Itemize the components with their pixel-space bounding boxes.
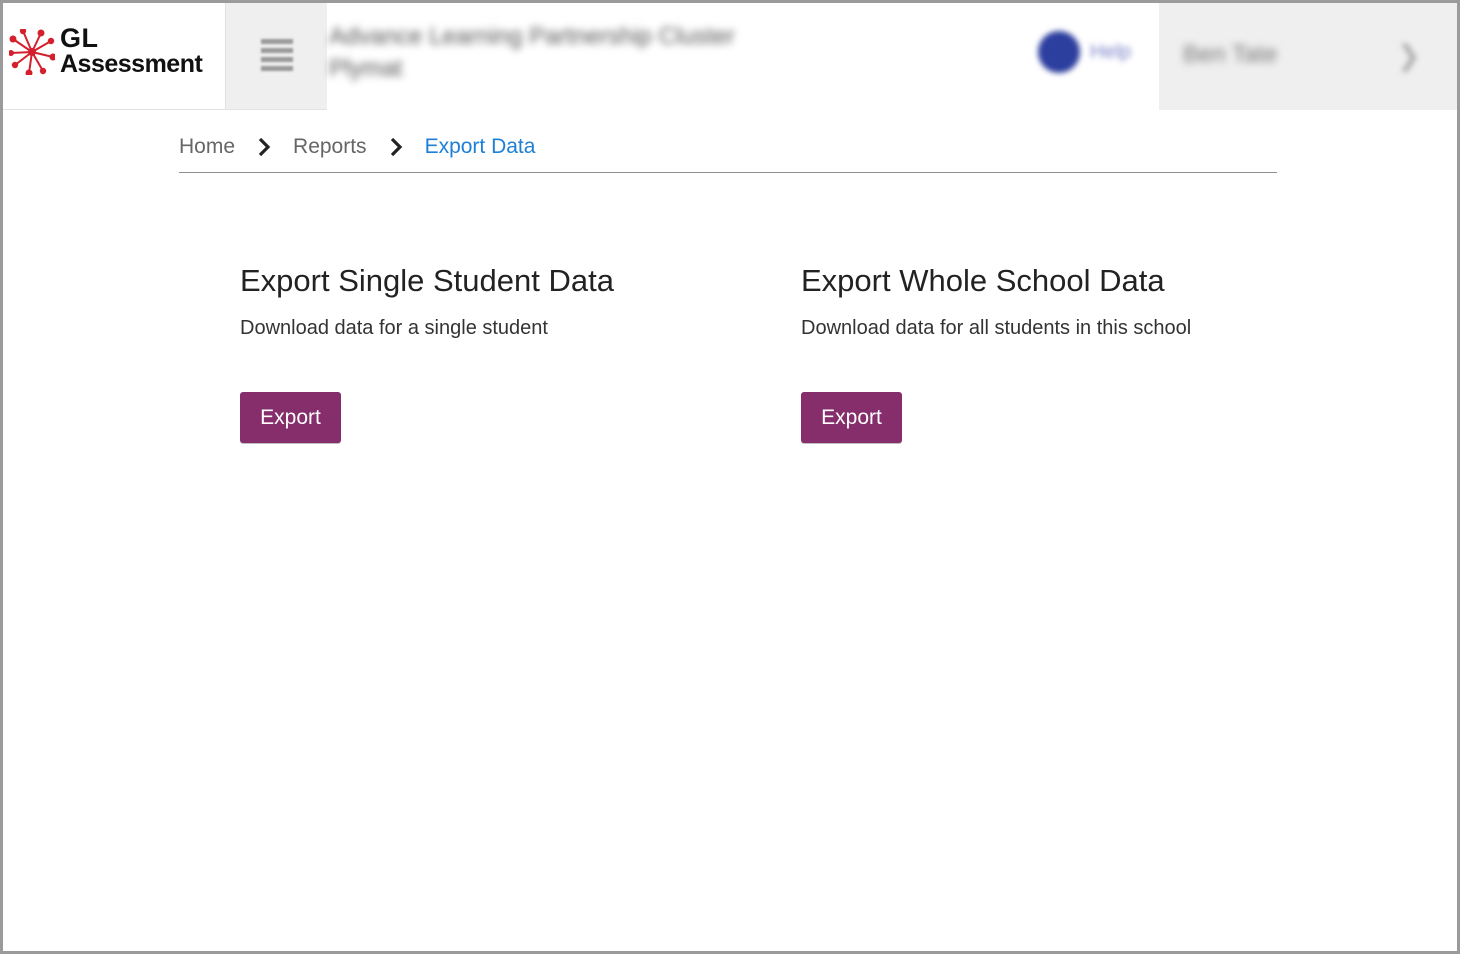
menu-toggle-button[interactable] bbox=[226, 3, 327, 110]
chevron-right-icon bbox=[235, 129, 293, 165]
chevron-right-icon bbox=[367, 129, 425, 165]
card-description: Download data for a single student bbox=[240, 317, 548, 339]
logo-line-2: Assessment bbox=[60, 50, 203, 78]
organisation-line-2: Plymat bbox=[329, 55, 403, 82]
breadcrumb-reports[interactable]: Reports bbox=[293, 129, 367, 165]
export-whole-school-button[interactable]: Export bbox=[801, 392, 902, 443]
help-button[interactable]: Help bbox=[1038, 31, 1131, 73]
organisation-name: Advance Learning Partnership Cluster Ply… bbox=[329, 23, 735, 83]
export-single-student-button[interactable]: Export bbox=[240, 392, 341, 443]
export-whole-school-card: Export Whole School Data Download data f… bbox=[801, 261, 1201, 443]
user-menu[interactable]: Ben Tate ❯ bbox=[1159, 3, 1457, 110]
gl-starburst-icon bbox=[9, 29, 55, 75]
breadcrumb: Home Reports Export Data bbox=[179, 129, 1277, 173]
logo-wordmark: GL Assessment bbox=[60, 23, 203, 78]
organisation-line-1: Advance Learning Partnership Cluster bbox=[329, 23, 735, 50]
breadcrumb-home[interactable]: Home bbox=[179, 129, 235, 165]
chevron-right-icon: ❯ bbox=[1397, 40, 1421, 71]
top-bar: GL Assessment Advance Learning Partnersh… bbox=[3, 3, 1457, 110]
user-name: Ben Tate bbox=[1183, 41, 1278, 68]
help-label: Help bbox=[1090, 40, 1132, 63]
card-description: Download data for all students in this s… bbox=[801, 317, 1192, 339]
hamburger-icon bbox=[261, 39, 293, 73]
card-title: Export Single Student Data bbox=[240, 263, 614, 298]
card-title: Export Whole School Data bbox=[801, 263, 1165, 298]
gl-assessment-logo[interactable]: GL Assessment bbox=[3, 3, 226, 110]
help-icon bbox=[1038, 31, 1080, 73]
export-single-student-card: Export Single Student Data Download data… bbox=[240, 261, 720, 443]
app-window: GL Assessment Advance Learning Partnersh… bbox=[0, 0, 1460, 954]
logo-line-1: GL bbox=[60, 23, 99, 53]
breadcrumb-export-data[interactable]: Export Data bbox=[425, 129, 536, 165]
